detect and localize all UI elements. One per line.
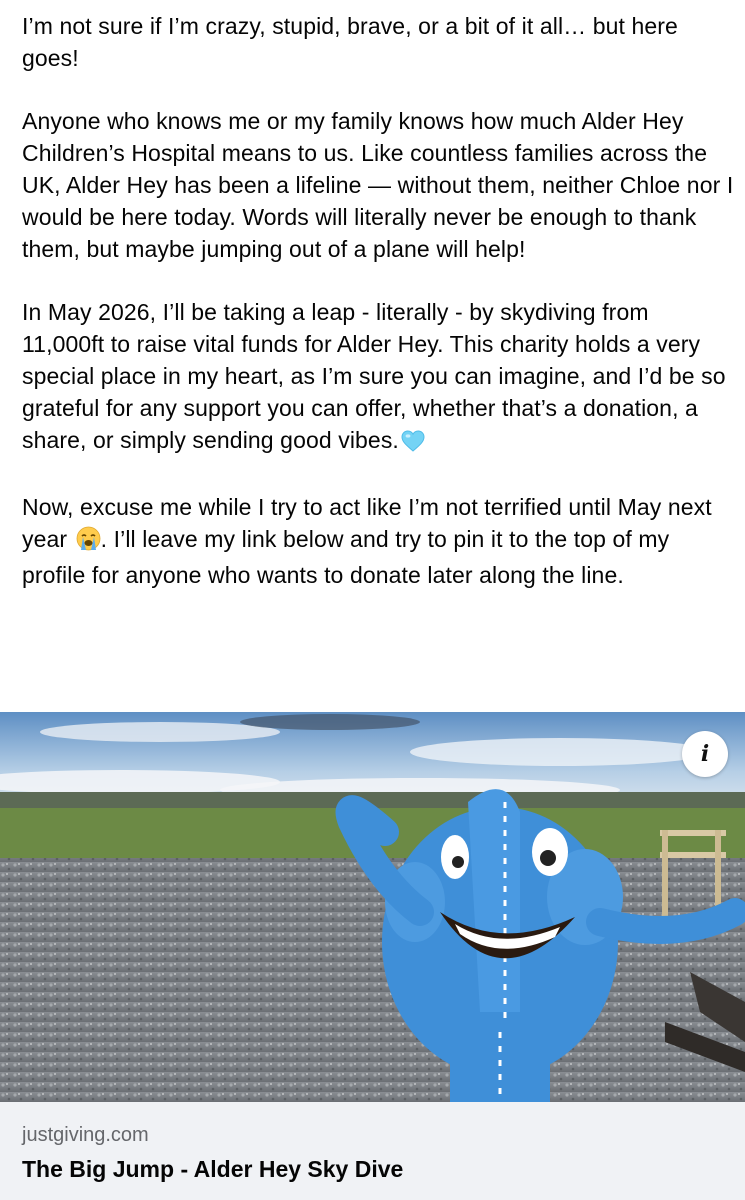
- post-paragraph: I’m not sure if I’m crazy, stupid, brave…: [22, 13, 678, 71]
- link-preview-footer[interactable]: justgiving.com The Big Jump - Alder Hey …: [0, 1102, 745, 1200]
- post-paragraph: Now, excuse me while I try to act like I…: [22, 491, 737, 591]
- post-paragraph: Anyone who knows me or my family knows h…: [22, 108, 734, 262]
- post-paragraph-text: In May 2026, I’ll be taking a leap - lit…: [22, 299, 726, 453]
- info-icon[interactable]: i: [682, 731, 728, 777]
- link-preview-image[interactable]: i: [0, 712, 745, 1102]
- loudly-crying-face-icon: [76, 526, 101, 559]
- post-paragraph-text: . I’ll leave my link below and try to pi…: [22, 526, 670, 588]
- info-glyph: i: [700, 741, 710, 767]
- link-title[interactable]: The Big Jump - Alder Hey Sky Dive: [22, 1156, 403, 1183]
- post-text: I’m not sure if I’m crazy, stupid, brave…: [22, 10, 737, 622]
- mascot-photo: [0, 712, 745, 1102]
- post-paragraph: In May 2026, I’ll be taking a leap - lit…: [22, 296, 737, 460]
- link-preview-card[interactable]: i justgiving.com The Big Jump - Alder He…: [0, 712, 745, 1200]
- link-domain: justgiving.com: [22, 1124, 149, 1146]
- light-blue-heart-icon: [401, 428, 425, 460]
